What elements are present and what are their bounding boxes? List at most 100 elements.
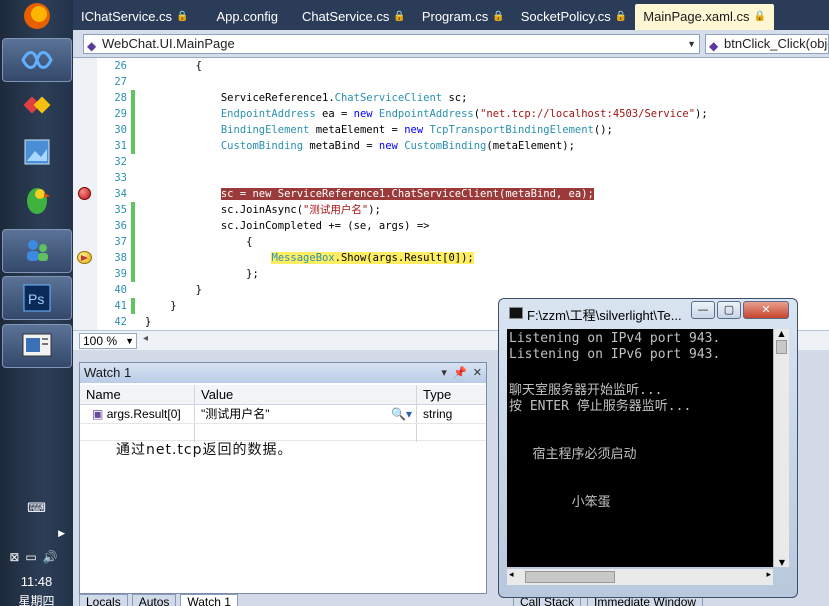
column-name[interactable]: Name	[80, 385, 195, 405]
line-number: 27	[114, 76, 127, 88]
keyboard-icon[interactable]: ⌨	[0, 500, 73, 516]
annotation-text: 通过net.tcp返回的数据。	[116, 442, 293, 458]
console-line: 宿主程序必须启动	[509, 447, 637, 462]
tab-label: App.config	[216, 9, 278, 24]
code-text: };	[145, 268, 259, 280]
panel-controls[interactable]: ▾ 📌 ✕	[441, 363, 482, 383]
column-type[interactable]: Type	[417, 385, 486, 405]
tab-label: IChatService.cs	[81, 9, 173, 24]
document-icon[interactable]	[2, 324, 72, 368]
code-line[interactable]: 34 sc = new ServiceReference1.ChatServic…	[97, 186, 829, 202]
watch-title-bar[interactable]: Watch 1 ▾ 📌 ✕	[80, 363, 486, 383]
lock-icon: 🔒	[176, 11, 189, 22]
scroll-left-icon[interactable]: ◂	[143, 333, 148, 344]
show-hidden-icons-button[interactable]: ▶	[0, 528, 73, 539]
code-text: sc.JoinCompleted += (se, args) =>	[145, 220, 430, 232]
close-button[interactable]: ✕	[743, 301, 789, 319]
console-icon	[509, 307, 523, 319]
firefox-icon[interactable]	[2, 0, 72, 38]
line-number: 29	[114, 108, 127, 120]
console-line: Listening on IPv6 port 943.	[509, 347, 721, 362]
console-line: Listening on IPv4 port 943.	[509, 331, 721, 346]
tab-label: Program.cs	[421, 9, 489, 24]
current-statement-icon[interactable]	[77, 251, 92, 264]
tab-app-config[interactable]: App.config	[197, 4, 294, 30]
visual-studio-icon[interactable]	[2, 38, 72, 82]
tab-locals[interactable]: Locals	[79, 594, 128, 606]
breakpoint-icon[interactable]	[78, 187, 91, 200]
code-line[interactable]: 37 {	[97, 234, 829, 250]
clock-time[interactable]: 11:48	[0, 574, 73, 589]
code-text: EndpointAddress ea = new EndpointAddress…	[220, 108, 708, 120]
tab-label: ChatService.cs	[301, 9, 390, 24]
vertical-scrollbar[interactable]: ▲ ▼	[773, 329, 789, 567]
line-number: 41	[114, 300, 127, 312]
change-marker	[131, 250, 135, 266]
tab-socketpolicy[interactable]: SocketPolicy.cs 🔒	[513, 4, 636, 30]
code-line[interactable]: 33	[97, 170, 829, 186]
line-number: 42	[114, 316, 127, 328]
field-icon: ▣	[92, 407, 104, 421]
code-line[interactable]: 26 {	[97, 58, 829, 74]
tab-autos[interactable]: Autos	[131, 594, 177, 606]
taskbar: Ps ⌨ ▶ ⊠▭🔊 11:48 星期四	[0, 0, 73, 606]
tab-label: SocketPolicy.cs	[520, 9, 611, 24]
windows-live-icon[interactable]	[2, 84, 72, 128]
watch-header: Name Value Type	[80, 385, 486, 405]
tab-chatservice[interactable]: ChatService.cs 🔒	[294, 4, 414, 30]
magnifier-icon[interactable]: 🔍▾	[391, 405, 412, 423]
messenger-icon[interactable]	[2, 229, 72, 273]
change-marker	[131, 298, 135, 314]
photoshop-icon[interactable]: Ps	[2, 276, 72, 320]
class-dropdown-value: WebChat.UI.MainPage	[102, 36, 235, 51]
code-line[interactable]: 38 MessageBox.Show(args.Result[0]);	[97, 250, 829, 266]
table-row[interactable]: ▣ args.Result[0] "测试用户名" 🔍▾ string	[80, 405, 486, 423]
horizontal-scrollbar[interactable]: ◂ ▸	[507, 569, 773, 585]
image-viewer-icon[interactable]	[2, 130, 72, 174]
parrot-icon[interactable]	[2, 178, 72, 222]
tab-watch1[interactable]: Watch 1	[180, 594, 238, 606]
line-number: 30	[114, 124, 127, 136]
line-number: 38	[114, 252, 127, 264]
tab-mainpage-xaml-cs[interactable]: MainPage.xaml.cs 🔒	[635, 4, 774, 30]
code-line[interactable]: 35 sc.JoinAsync("测试用户名");	[97, 202, 829, 218]
code-text: }	[145, 284, 202, 296]
code-line[interactable]: 29 EndpointAddress ea = new EndpointAddr…	[97, 106, 829, 122]
console-output[interactable]: Listening on IPv4 port 943. Listening on …	[507, 329, 773, 567]
code-line[interactable]: 32	[97, 154, 829, 170]
lock-icon: 🔒	[492, 11, 505, 22]
code-line[interactable]: 36 sc.JoinCompleted += (se, args) =>	[97, 218, 829, 234]
console-line: 按 ENTER 停止服务器监听...	[509, 399, 692, 414]
tab-ichatservice[interactable]: IChatService.cs 🔒	[73, 4, 197, 30]
code-line[interactable]: 40 }	[97, 282, 829, 298]
bottom-tabs: Locals Autos Watch 1	[79, 594, 238, 606]
clock-weekday[interactable]: 星期四	[0, 592, 73, 606]
code-text: {	[145, 60, 202, 72]
maximize-button[interactable]: ▢	[717, 301, 741, 319]
zoom-selector[interactable]: 100 % ▼	[79, 333, 137, 349]
line-number: 36	[114, 220, 127, 232]
class-dropdown[interactable]: ◆ WebChat.UI.MainPage ▼	[83, 34, 700, 54]
change-marker	[131, 202, 135, 218]
zoom-value: 100 %	[83, 334, 118, 348]
minimize-button[interactable]: —	[691, 301, 715, 319]
line-number: 40	[114, 284, 127, 296]
line-number: 35	[114, 204, 127, 216]
column-value[interactable]: Value	[195, 385, 417, 405]
tab-program[interactable]: Program.cs 🔒	[414, 4, 513, 30]
code-text: BindingElement metaElement = new TcpTran…	[220, 124, 613, 136]
code-line[interactable]: 30 BindingElement metaElement = new TcpT…	[97, 122, 829, 138]
line-number: 32	[114, 156, 127, 168]
method-icon: ◆	[709, 39, 719, 53]
class-icon: ◆	[87, 39, 97, 53]
line-number: 34	[114, 188, 127, 200]
code-line[interactable]: 27	[97, 74, 829, 90]
code-text: {	[145, 236, 253, 248]
member-dropdown[interactable]: ◆ btnClick_Click(obje	[705, 34, 829, 54]
code-line[interactable]: 31 CustomBinding metaBind = new CustomBi…	[97, 138, 829, 154]
code-text: sc = new ServiceReference1.ChatServiceCl…	[220, 188, 594, 200]
code-editor[interactable]: 26 { 27 28 ServiceReference1.ChatServiceCl…	[73, 58, 829, 330]
code-line[interactable]: 39 };	[97, 266, 829, 282]
code-line[interactable]: 28 ServiceReference1.ChatServiceClient s…	[97, 90, 829, 106]
tray-icons[interactable]: ⊠▭🔊	[0, 550, 73, 564]
